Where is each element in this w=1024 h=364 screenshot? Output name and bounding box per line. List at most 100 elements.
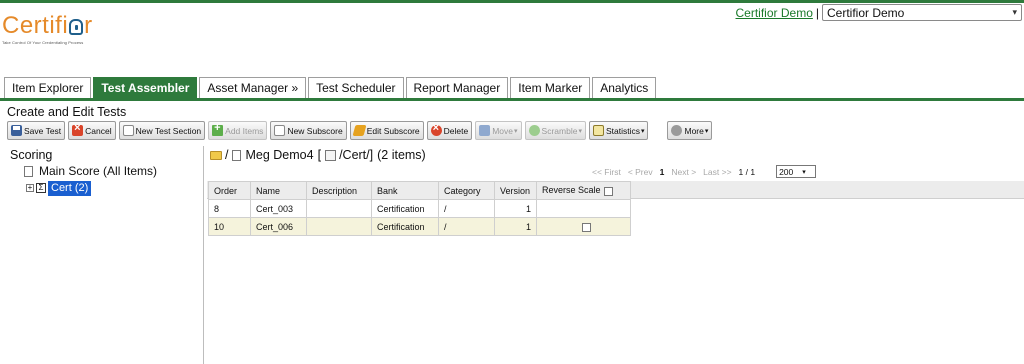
column-header-name[interactable]: Name [250,181,307,200]
tab-report-manager[interactable]: Report Manager [405,77,509,98]
scramble-label: Scramble [541,125,578,136]
arrow-down-icon [479,125,491,136]
pager-next[interactable]: Next > [671,167,696,177]
caret-down-icon: ▾ [578,127,582,135]
reverse-scale-label: Reverse Scale [542,185,601,196]
new-subscore-label: New Subscore [287,125,343,136]
chevron-down-icon: ▾ [802,168,806,176]
page-size-value: 200 [779,166,794,177]
scoring-panel: Scoring Main Score (All Items) + Σ Cert … [6,146,204,364]
item-count: (2 items) [377,148,426,162]
save-icon [11,125,22,136]
delete-label: Delete [443,125,469,136]
scoring-title: Scoring [10,148,53,162]
cancel-icon [72,122,84,136]
pencil-icon [352,125,367,136]
cell-bank: Certification [371,217,439,236]
top-rule [0,0,1024,3]
pager-current: 1 [659,166,665,177]
tab-item-explorer[interactable]: Item Explorer [4,77,92,98]
cell-reverse-scale [536,199,631,218]
scramble-button[interactable]: Scramble ▾ [524,121,586,140]
move-label: Move [492,125,514,136]
pager-page-count: 1 / 1 [738,166,756,177]
user-separator: | [815,5,819,20]
logo-tagline: Take Control Of Your Credentialing Proce… [2,40,84,45]
cert-node-label[interactable]: Cert (2) [48,180,92,196]
cell-category: / [438,217,495,236]
tree-node-cert: + Σ Cert (2) [26,180,203,196]
caret-down-icon: ▾ [704,127,709,135]
tab-test-assembler[interactable]: Test Assembler [93,77,198,98]
expand-icon[interactable]: + [26,184,34,192]
new-subscore-button[interactable]: New Subscore [270,121,347,140]
logo-text-end: r [84,12,93,39]
user-link[interactable]: Certifior Demo [736,6,813,20]
more-label: More [684,125,704,136]
column-header-description[interactable]: Description [306,181,372,200]
breadcrumb: / Meg Demo4 [ /Cert/] (2 items) [210,148,426,162]
cancel-label: Cancel [85,125,112,136]
cell-order: 8 [208,199,251,218]
tree-node-main-score[interactable]: Main Score (All Items) [24,163,203,179]
move-button[interactable]: Move ▾ [475,121,522,140]
reverse-scale-checkbox[interactable] [582,222,591,232]
delete-button[interactable]: Delete [426,121,473,140]
more-button[interactable]: More ▾ [667,121,713,140]
main-score-label: Main Score (All Items) [39,164,158,178]
edit-subscore-label: Edit Subscore [366,125,420,136]
cell-description [306,217,372,236]
tab-test-scheduler[interactable]: Test Scheduler [308,77,404,98]
cell-reverse-scale [536,217,631,236]
organization-select[interactable]: Certifior Demo ▾ [822,4,1022,21]
tab-rule [0,98,1024,101]
tab-item-marker[interactable]: Item Marker [510,77,591,98]
add-items-button[interactable]: Add Items [208,121,268,140]
save-test-button[interactable]: Save Test [7,121,66,140]
tab-analytics[interactable]: Analytics [592,77,657,98]
edit-subscore-button[interactable]: Edit Subscore [349,121,424,140]
plus-icon [212,122,224,136]
delete-icon [430,122,442,136]
document-icon [274,125,286,136]
new-test-section-label: New Test Section [135,125,202,136]
cancel-button[interactable]: Cancel [68,121,116,140]
statistics-button[interactable]: Statistics ▾ [588,121,649,140]
column-header-bank[interactable]: Bank [371,181,439,200]
logo-text-start: Certifi [2,12,69,39]
certifior-logo: Certifi r Take Control Of Your Credential… [2,12,93,46]
page-title: Create and Edit Tests [7,105,127,119]
table-row[interactable]: 8 Cert_003 Certification / 1 [208,199,631,218]
chevron-down-icon: ▾ [1012,7,1017,17]
document-icon [24,165,33,177]
pager: << First < Prev 1 Next > Last >> 1 / 1 2… [592,165,816,178]
cell-name: Cert_006 [250,217,307,236]
table-row[interactable]: 10 Cert_006 Certification / 1 [208,217,631,236]
page-size-select[interactable]: 200 ▾ [776,165,816,178]
new-test-section-button[interactable]: New Test Section [118,121,206,140]
organization-select-value: Certifior Demo [827,5,905,20]
pager-first[interactable]: << First [592,167,621,177]
add-items-label: Add Items [225,125,264,136]
main-tabs: Item Explorer Test Assembler Asset Manag… [4,77,658,98]
column-header-version[interactable]: Version [494,181,537,200]
reverse-scale-all-checkbox[interactable] [603,186,613,196]
tab-asset-manager[interactable]: Asset Manager » [199,77,307,98]
user-area: Certifior Demo | Certifior Demo ▾ [736,4,1022,21]
cell-bank: Certification [371,199,439,218]
test-name: Meg Demo4 [245,148,314,162]
lock-icon [69,19,84,35]
path-separator: / [225,148,229,162]
column-header-order[interactable]: Order [208,181,251,200]
document-icon [122,125,134,136]
caret-down-icon: ▾ [514,127,518,135]
column-header-reverse-scale: Reverse Scale [536,181,631,200]
pager-last[interactable]: Last >> [703,167,731,177]
statistics-icon [592,125,604,136]
section-icon [325,149,337,161]
path-folder: /Cert/] [339,148,374,162]
table-header-row: Order Name Description Bank Category Ver… [208,181,631,200]
toolbar: Save Test Cancel New Test Section Add It… [7,121,715,140]
pager-prev[interactable]: < Prev [628,167,653,177]
column-header-category[interactable]: Category [438,181,495,200]
